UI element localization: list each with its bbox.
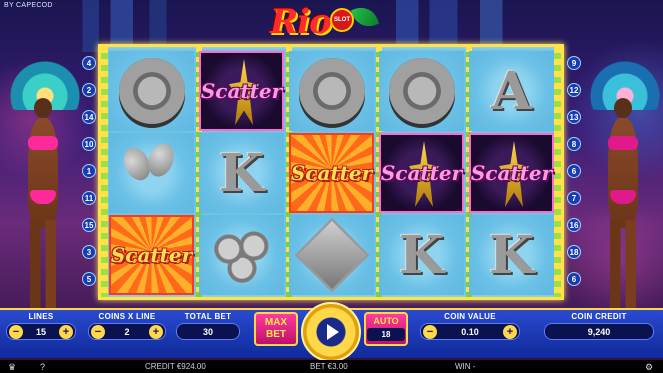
card-letter-symbol: K: [398, 224, 445, 286]
spin-icon: [327, 324, 339, 340]
coin-credit-label: COIN CREDIT: [571, 312, 627, 321]
poker-chip-icon: [298, 58, 365, 124]
win-readout: WIN -: [455, 362, 476, 371]
settings-icon[interactable]: ⚙: [645, 362, 653, 373]
reel-1-symbol-2: [109, 133, 194, 213]
lines-minus-button[interactable]: −: [9, 325, 23, 339]
payline-badge-left[interactable]: 3: [82, 245, 96, 259]
total-bet-value: 30: [202, 326, 213, 337]
payline-badge-right[interactable]: 9: [567, 56, 581, 70]
poker-chip-icon: [118, 58, 185, 124]
total-bet-display: TOTAL BET 30: [176, 312, 240, 340]
auto-spin-count: 18: [367, 328, 405, 341]
lines-label: LINES: [28, 312, 54, 321]
reel-2: Scatter K: [199, 51, 284, 295]
brand-label: BY CAPECOD: [4, 2, 53, 9]
reel-4-symbol-3: K: [379, 215, 464, 295]
scatter-symbol: Scatter: [290, 161, 373, 185]
reel-5: A Scatter K: [469, 51, 554, 295]
auto-spin-button[interactable]: AUTO 18: [364, 312, 408, 346]
status-bar: ♛ ? CREDIT €924.00 BET €3.00 WIN - ⚙: [0, 360, 663, 373]
card-letter-symbol: K: [488, 224, 535, 286]
coin-value-control: COIN VALUE − 0.10 +: [420, 312, 520, 340]
reel-5-symbol-1: A: [469, 51, 554, 131]
scatter-symbol: Scatter: [110, 243, 193, 267]
payline-badge-right[interactable]: 7: [567, 191, 581, 205]
auto-label: AUTO: [373, 316, 399, 326]
total-bet-label: TOTAL BET: [184, 312, 232, 321]
payline-badge-left[interactable]: 4: [82, 56, 96, 70]
reel-4-symbol-2: Scatter: [379, 133, 464, 213]
credit-readout: CREDIT €924.00: [145, 362, 206, 371]
payline-badge-left[interactable]: 14: [82, 110, 96, 124]
coins-minus-button[interactable]: −: [91, 325, 105, 339]
coins-per-line-value: 2: [124, 326, 130, 337]
help-icon[interactable]: ?: [40, 362, 45, 372]
dancer-portrait-icon: [294, 217, 369, 293]
payline-badge-right[interactable]: 6: [567, 164, 581, 178]
payline-badge-right[interactable]: 13: [567, 110, 581, 124]
reels-frame: Scatter Scatter K Scatter Scatter K A Scatter K: [98, 44, 564, 300]
scatter-symbol: Scatter: [380, 161, 463, 185]
poker-chip-icon: [388, 58, 455, 124]
reel-2-symbol-2: K: [199, 133, 284, 213]
logo-text: Rio: [270, 2, 332, 42]
coins-per-line-control: COINS X LINE − 2 +: [88, 312, 166, 340]
reel-1-symbol-3: Scatter: [109, 215, 194, 295]
payline-badge-right[interactable]: 16: [567, 218, 581, 232]
spin-button[interactable]: [301, 302, 361, 362]
payline-badge-left[interactable]: 15: [82, 218, 96, 232]
reel-2-symbol-1: Scatter: [199, 51, 284, 131]
payline-badge-left[interactable]: 5: [82, 272, 96, 286]
samba-dancer-left: [0, 40, 90, 310]
payline-badge-left[interactable]: 11: [82, 191, 96, 205]
payline-badge-left[interactable]: 2: [82, 83, 96, 97]
lines-plus-button[interactable]: +: [59, 325, 73, 339]
reel-3-symbol-1: [289, 51, 374, 131]
reel-1-symbol-1: [109, 51, 194, 131]
reel-3: Scatter: [289, 51, 374, 295]
lines-value: 15: [35, 326, 46, 337]
reel-5-symbol-2: Scatter: [469, 133, 554, 213]
max-bet-line1: MAX: [264, 317, 288, 328]
coin-value-minus-button[interactable]: −: [423, 325, 437, 339]
payline-badge-right[interactable]: 12: [567, 83, 581, 97]
reel-1: Scatter: [109, 51, 194, 295]
maracas-icon: [119, 143, 185, 203]
coins-per-line-label: COINS X LINE: [98, 312, 156, 321]
payline-badge-right[interactable]: 8: [567, 137, 581, 151]
max-bet-line2: BET: [266, 329, 286, 340]
game-logo: Rio SLOT: [262, 2, 392, 42]
flowers-icon: [208, 225, 275, 285]
max-bet-button[interactable]: MAX BET: [254, 312, 298, 346]
reel-4-symbol-1: [379, 51, 464, 131]
trophy-icon[interactable]: ♛: [8, 362, 16, 373]
reel-3-symbol-2: Scatter: [289, 133, 374, 213]
reel-2-symbol-3: [199, 215, 284, 295]
coin-value-plus-button[interactable]: +: [503, 325, 517, 339]
leaf-icon: [350, 2, 380, 32]
payline-badge-right[interactable]: 18: [567, 245, 581, 259]
coin-value-value: 0.10: [461, 326, 479, 337]
coin-credit-value: 9,240: [587, 326, 611, 337]
bet-readout: BET €3.00: [310, 362, 348, 371]
coin-credit-display: COIN CREDIT 9,240: [544, 312, 654, 340]
reel-5-symbol-3: K: [469, 215, 554, 295]
scatter-symbol: Scatter: [200, 79, 283, 103]
card-letter-symbol: K: [218, 142, 265, 204]
card-letter-symbol: A: [491, 60, 532, 122]
coin-value-label: COIN VALUE: [444, 312, 496, 321]
payline-badge-right[interactable]: 6: [567, 272, 581, 286]
payline-badge-left[interactable]: 1: [82, 164, 96, 178]
reel-4: Scatter K: [379, 51, 464, 295]
reel-3-symbol-3: [289, 215, 374, 295]
samba-dancer-right: [580, 40, 663, 310]
lines-control: LINES − 15 +: [6, 312, 76, 340]
coins-plus-button[interactable]: +: [149, 325, 163, 339]
scatter-symbol: Scatter: [470, 161, 553, 185]
payline-badge-left[interactable]: 10: [82, 137, 96, 151]
